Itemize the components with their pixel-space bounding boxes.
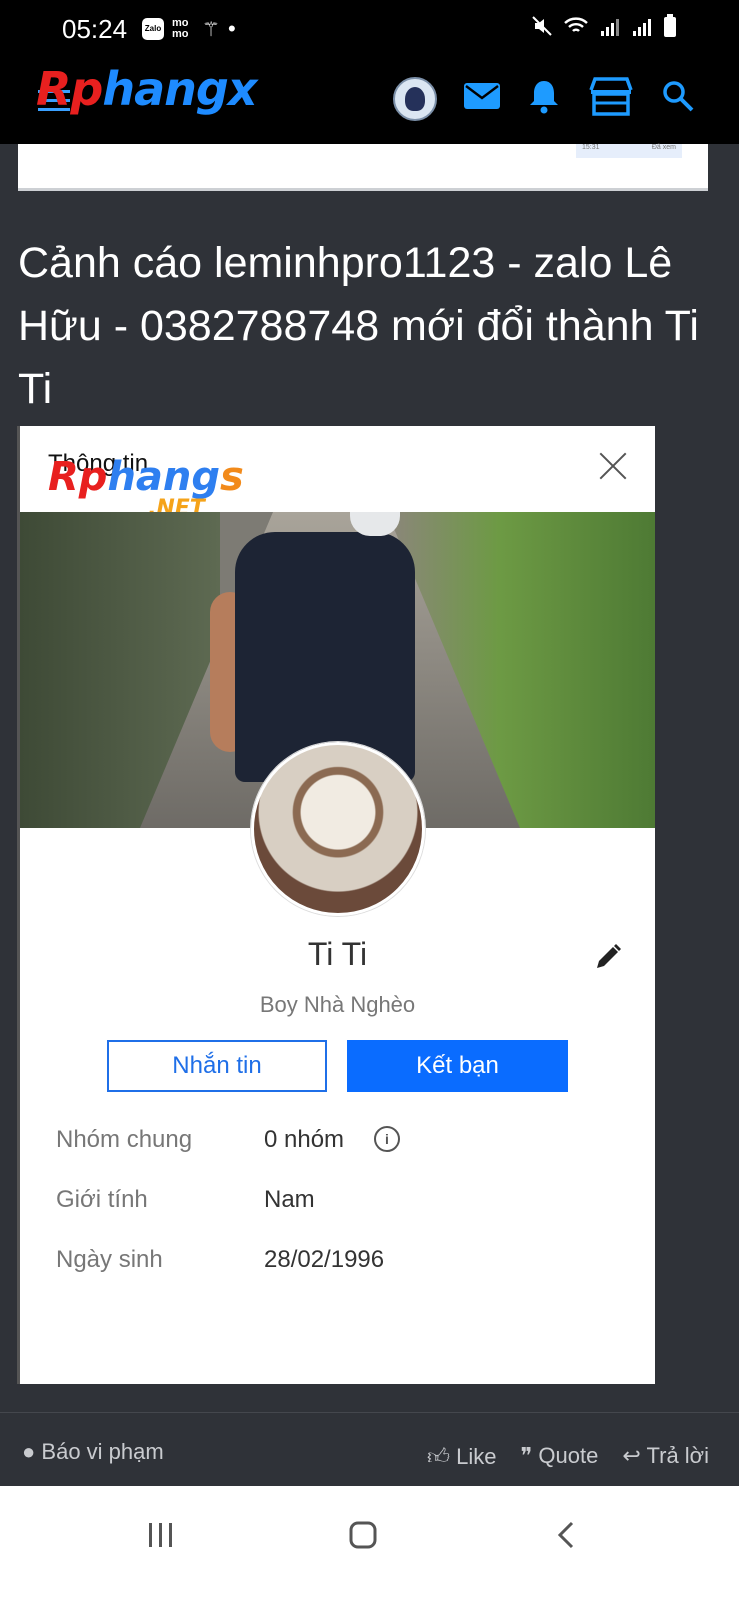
thread-title: Cảnh cáo leminhpro1123 - zalo Lê Hữu - 0…	[18, 239, 699, 413]
previous-post-image: 15:31 Đã xem	[18, 144, 708, 191]
mail-icon[interactable]	[463, 81, 501, 116]
info-row-groups: Nhóm chung 0 nhóm i	[56, 1126, 616, 1186]
header-actions	[393, 76, 695, 121]
quote-button[interactable]: ❞ Quote	[520, 1443, 598, 1470]
status-bar: 05:24 Zalo mo mo ⚚ •	[0, 0, 739, 58]
momo-icon: mo mo	[172, 17, 189, 40]
info-label: Nhóm chung	[56, 1126, 193, 1153]
notification-icons: Zalo mo mo ⚚ •	[142, 16, 236, 42]
post-actions: ● Báo vi phạm 👍︎ Like ❞ Quote ↩ Trả lời	[0, 1412, 739, 1485]
profile-status: Boy Nhà Nghèo	[259, 992, 416, 1017]
wifi-icon	[563, 15, 589, 43]
battery-icon	[663, 14, 677, 44]
back-icon[interactable]	[556, 1520, 576, 1558]
info-value: 0 nhóm	[264, 1126, 345, 1153]
profile-avatar[interactable]	[251, 742, 425, 916]
chat-timestamp: 15:31 Đã xem	[576, 144, 682, 158]
recent-apps-icon[interactable]	[146, 1520, 176, 1557]
message-button[interactable]: Nhắn tin	[107, 1040, 327, 1092]
site-logo[interactable]: Rphangx	[36, 62, 258, 116]
user-avatar[interactable]	[393, 76, 437, 121]
site-header: Rphangx	[0, 58, 739, 144]
android-navigation-bar	[0, 1486, 739, 1600]
more-notifications-icon: •	[227, 16, 236, 41]
close-icon[interactable]	[597, 450, 629, 482]
info-icon[interactable]: i	[374, 1126, 400, 1152]
thumbs-up-icon: 👍︎	[426, 1444, 450, 1469]
status-time: 05:24	[62, 14, 128, 44]
edit-pencil-icon[interactable]	[593, 942, 623, 972]
signal-icon-1	[599, 15, 621, 43]
store-icon[interactable]	[587, 76, 635, 121]
profile-dialog: Thông tin Rphangs .NET Ti Ti Boy Nhà Ngh…	[17, 426, 655, 1384]
info-row-gender: Giới tính Nam	[56, 1186, 616, 1246]
report-link[interactable]: ● Báo vi phạm	[22, 1439, 164, 1465]
home-icon[interactable]	[348, 1520, 378, 1558]
mute-icon	[531, 15, 553, 43]
like-button[interactable]: 👍︎ Like	[427, 1443, 496, 1470]
profile-info: Nhóm chung 0 nhóm i Giới tính Nam Ngày s…	[56, 1126, 616, 1306]
alert-icon: ●	[22, 1439, 36, 1464]
profile-name: Ti Ti	[307, 936, 368, 972]
search-icon[interactable]	[661, 79, 695, 118]
info-value: 28/02/1996	[264, 1246, 385, 1273]
add-friend-button[interactable]: Kết bạn	[347, 1040, 568, 1092]
bell-icon[interactable]	[527, 78, 561, 119]
reply-button[interactable]: ↩ Trả lời	[622, 1443, 709, 1470]
signal-icon-2	[631, 15, 653, 43]
watermark-logo: Rphangs .NET	[48, 454, 244, 521]
quote-icon: ❞	[520, 1443, 533, 1468]
system-icons	[531, 14, 677, 44]
zalo-icon: Zalo	[142, 18, 164, 40]
magic-wand-icon: ⚚	[202, 18, 220, 41]
info-value: Nam	[264, 1186, 315, 1213]
info-row-birthday: Ngày sinh 28/02/1996	[56, 1246, 616, 1306]
info-label: Giới tính	[56, 1186, 148, 1213]
reply-icon: ↩	[622, 1443, 641, 1468]
info-label: Ngày sinh	[56, 1246, 163, 1273]
